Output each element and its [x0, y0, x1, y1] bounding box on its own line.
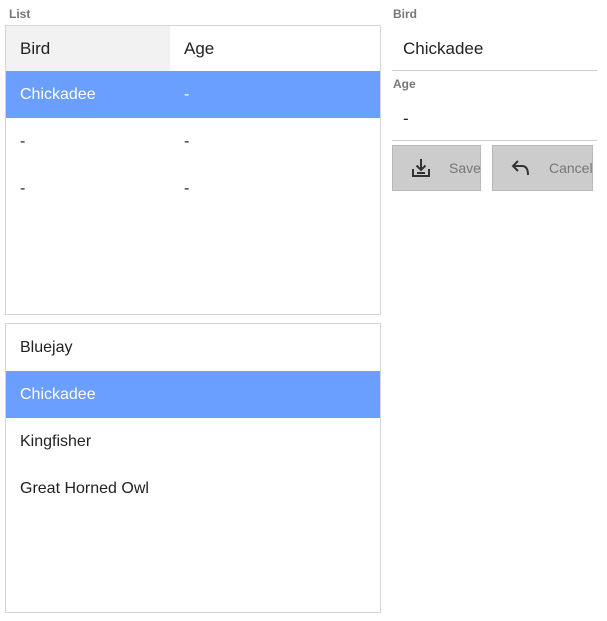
age-field-label: Age [393, 77, 416, 91]
bird-field[interactable]: Chickadee [392, 26, 597, 71]
list-item[interactable]: Great Horned Owl [6, 465, 380, 512]
grid-cell-age: - [184, 180, 190, 197]
download-tray-icon [409, 156, 433, 180]
list-item[interactable]: Chickadee [6, 371, 380, 418]
save-button[interactable]: Save [392, 145, 481, 191]
list-section-label: List [9, 7, 31, 21]
cancel-button[interactable]: Cancel [492, 145, 593, 191]
list-item[interactable]: Kingfisher [6, 418, 380, 465]
list-item[interactable]: Bluejay [6, 324, 380, 371]
grid-row[interactable]: - - [6, 118, 380, 165]
column-header-bird[interactable]: Bird [6, 26, 170, 71]
grid-cell-age: - [184, 86, 190, 103]
column-header-age[interactable]: Age [170, 26, 380, 71]
bird-grid[interactable]: Bird Age Chickadee - - - - - [5, 25, 381, 315]
age-field[interactable]: - [392, 96, 597, 141]
undo-arrow-icon [509, 156, 533, 180]
grid-row[interactable]: Chickadee - [6, 71, 380, 118]
bird-field-label: Bird [393, 7, 417, 21]
grid-cell-bird: Chickadee [20, 86, 96, 103]
grid-cell-bird: - [20, 133, 26, 150]
save-button-label: Save [449, 160, 481, 176]
app-root: List Bird Age Chickadee - - - - - Blueja… [0, 0, 607, 621]
grid-cell-age: - [184, 133, 190, 150]
bird-list[interactable]: Bluejay Chickadee Kingfisher Great Horne… [5, 323, 381, 613]
grid-cell-bird: - [20, 180, 26, 197]
grid-header: Bird Age [6, 26, 380, 71]
grid-row[interactable]: - - [6, 165, 380, 212]
cancel-button-label: Cancel [549, 160, 593, 176]
